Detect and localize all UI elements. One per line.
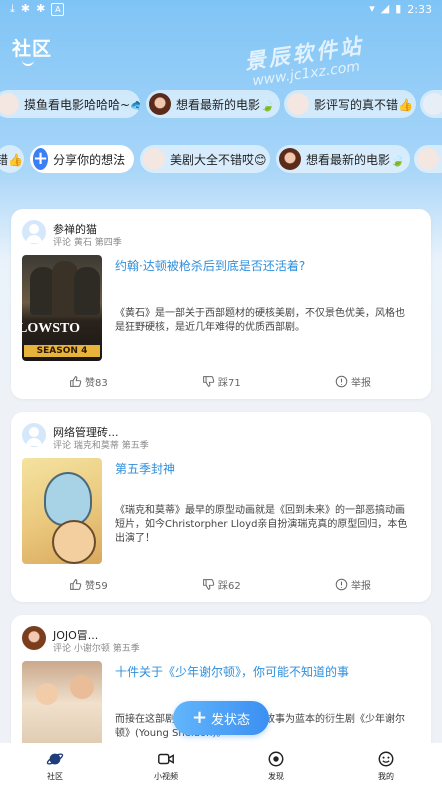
alert-circle-icon xyxy=(335,578,348,591)
planet-icon xyxy=(46,753,64,765)
post-actions: 赞59 踩62 举报 xyxy=(11,577,431,593)
thumb-down-icon xyxy=(203,376,215,387)
bunny-avatar xyxy=(143,148,165,170)
thumb-up-icon xyxy=(70,579,82,590)
post-card[interactable]: 参禅的猫 评论 黄石 第四季 LOWSTO SEASON 4 约翰·达顿被枪杀后… xyxy=(11,209,431,399)
title-smile-decoration xyxy=(22,58,34,66)
nav-community[interactable]: 社区 xyxy=(25,750,85,782)
topic-chip[interactable]: 想看最新的电影🍃 xyxy=(276,145,410,173)
post-title[interactable]: 十件关于《少年谢尔顿》，你可能不知道的事 xyxy=(115,663,349,680)
signal-icon: ◢ xyxy=(380,2,390,15)
video-icon xyxy=(158,753,174,765)
poster-image[interactable]: LOWSTO SEASON 4 xyxy=(22,255,102,361)
girl-avatar xyxy=(279,148,301,170)
dislike-button[interactable]: 踩71 xyxy=(202,374,241,389)
bug-icon-2: ✱ xyxy=(36,2,46,15)
bunny-avatar xyxy=(287,93,309,115)
post-title[interactable]: 第五季封神 xyxy=(115,460,175,477)
target-icon xyxy=(268,751,284,767)
download-icon: ⤓ xyxy=(10,2,15,15)
plus-icon: + xyxy=(33,148,49,170)
smile-icon xyxy=(378,751,394,767)
topic-chip[interactable]: 美剧大全不错哎😊 xyxy=(140,145,270,173)
status-bar: ⤓ ✱ ✱ A ▾ ◢ ▮ 2:33 xyxy=(0,0,442,18)
post-status-button[interactable]: + 发状态 xyxy=(173,701,269,735)
report-button[interactable]: 举报 xyxy=(335,577,371,592)
a-icon: A xyxy=(51,2,65,16)
post-subline: 评论 小谢尔顿 第五季 xyxy=(53,644,140,654)
plus-icon: + xyxy=(191,707,208,728)
nav-short-video[interactable]: 小视频 xyxy=(136,750,196,782)
page-title: 社区 xyxy=(12,38,53,60)
share-thought-chip[interactable]: + 分享你的想法 xyxy=(30,145,134,173)
bottom-nav: 社区 小视频 发现 我的 xyxy=(0,743,442,787)
report-button[interactable]: 举报 xyxy=(335,374,371,389)
post-body: 《黄石》是一部关于西部题材的硬核美剧，不仅景色优美，风格也是狂野硬核，是近几年难… xyxy=(115,308,405,333)
poster-season: SEASON 4 xyxy=(24,345,100,357)
nav-discover[interactable]: 发现 xyxy=(246,750,306,782)
battery-icon: ▮ xyxy=(395,2,402,15)
post-actions: 赞83 踩71 举报 xyxy=(11,374,431,390)
bug-icon: ✱ xyxy=(20,2,31,15)
post-card[interactable]: 网络管理砖... 评论 瑞克和莫蒂 第五季 第五季封神 《瑞克和莫蒂》最早的原型… xyxy=(11,412,431,602)
like-button[interactable]: 赞59 xyxy=(69,577,108,592)
poster-image[interactable] xyxy=(22,458,102,564)
alert-circle-icon xyxy=(335,375,348,388)
thumb-up-icon xyxy=(70,376,82,387)
dislike-button[interactable]: 踩62 xyxy=(202,577,241,592)
topic-chip[interactable]: 想看最新的电影🍃 xyxy=(146,90,280,118)
avatar[interactable] xyxy=(22,626,46,650)
avatar[interactable] xyxy=(22,220,46,244)
status-time: 2:33 xyxy=(407,2,432,16)
topic-chip[interactable]: 影评写的真不错👍 xyxy=(284,90,416,118)
topic-chip[interactable] xyxy=(420,90,442,118)
girl-avatar xyxy=(149,93,171,115)
topic-chips-row-2: 错👍 + 分享你的想法 美剧大全不错哎😊 想看最新的电影🍃 xyxy=(0,145,442,175)
topic-chip[interactable]: 摸鱼看电影哈哈哈~🐟 xyxy=(0,90,140,118)
post-subline: 评论 黄石 第四季 xyxy=(53,238,122,248)
post-subline: 评论 瑞克和莫蒂 第五季 xyxy=(53,441,149,451)
topic-chip[interactable]: 错👍 xyxy=(0,145,24,173)
bunny-avatar xyxy=(0,93,19,115)
post-title[interactable]: 约翰·达顿被枪杀后到底是否还活着? xyxy=(115,257,305,274)
thumb-down-icon xyxy=(203,579,215,590)
nav-mine[interactable]: 我的 xyxy=(356,750,416,782)
bunny-avatar xyxy=(417,148,439,170)
avatar[interactable] xyxy=(22,423,46,447)
topic-chip[interactable] xyxy=(414,145,442,173)
wifi-icon: ▾ xyxy=(369,2,375,15)
post-body: 《瑞克和莫蒂》最早的原型动画就是《回到未来》的一部恶搞动画短片，如今Christ… xyxy=(115,505,408,544)
topic-chips-row-1: 摸鱼看电影哈哈哈~🐟 想看最新的电影🍃 影评写的真不错👍 xyxy=(0,90,442,120)
avatar xyxy=(423,93,442,115)
like-button[interactable]: 赞83 xyxy=(69,374,108,389)
poster-title: LOWSTO xyxy=(22,321,80,336)
